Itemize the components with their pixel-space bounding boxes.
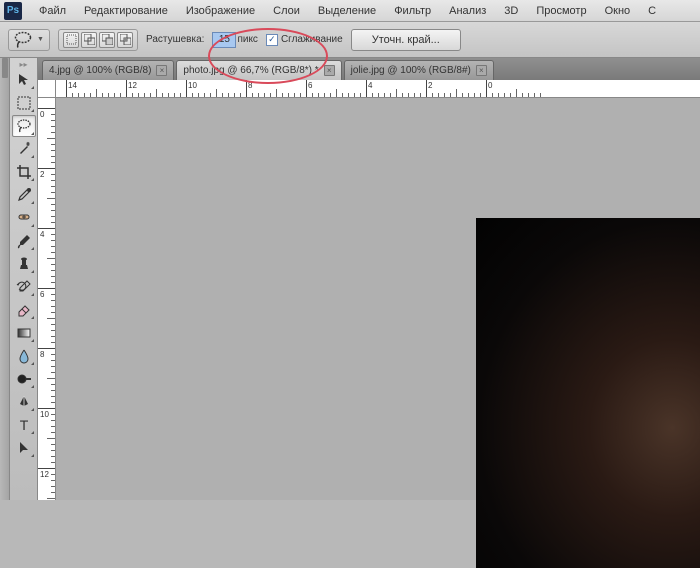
brush-tool[interactable] [12,230,36,252]
selection-add[interactable] [81,32,97,48]
lasso-icon [13,32,33,48]
feather-unit: пикс [237,34,258,45]
menu-window[interactable]: Окно [596,3,640,19]
antialias-checkbox[interactable]: ✓ [266,34,278,46]
menu-view[interactable]: Просмотр [527,3,595,19]
tab-label: photo.jpg @ 66,7% (RGB/8*) * [183,65,318,76]
antialias-label: Сглаживание [281,34,343,45]
blur-tool[interactable] [12,345,36,367]
path-selection-tool[interactable] [12,437,36,459]
dodge-tool[interactable] [12,368,36,390]
healing-brush-tool[interactable] [12,207,36,229]
menu-help[interactable]: С [639,3,665,19]
tab-label: 4.jpg @ 100% (RGB/8) [49,65,151,76]
canvas-image [476,218,700,568]
collapsed-panel-left[interactable] [0,58,10,500]
refine-edge-button[interactable]: Уточн. край... [351,29,461,51]
feather-input[interactable] [212,32,236,48]
selection-intersect[interactable] [117,32,133,48]
menu-select[interactable]: Выделение [309,3,385,19]
workspace: ▸▸ T 4.jpg @ 100% (RGB/8) × photo.jpg @ … [0,58,700,500]
lasso-tool[interactable] [12,115,36,137]
selection-new[interactable] [63,32,79,48]
close-icon[interactable]: × [324,65,335,76]
close-icon[interactable]: × [156,65,167,76]
document-area: 4.jpg @ 100% (RGB/8) × photo.jpg @ 66,7%… [38,58,700,500]
ruler-vertical[interactable]: 024681012 [38,98,56,500]
document-tab[interactable]: photo.jpg @ 66,7% (RGB/8*) * × [176,60,341,80]
toolbox: ▸▸ T [10,58,38,500]
menu-image[interactable]: Изображение [177,3,264,19]
type-tool[interactable]: T [12,414,36,436]
menu-layers[interactable]: Слои [264,3,309,19]
selection-mode-group [58,29,138,51]
selection-subtract[interactable] [99,32,115,48]
tab-label: jolie.jpg @ 100% (RGB/8#) [351,65,471,76]
svg-text:T: T [20,417,29,433]
menu-filter[interactable]: Фильтр [385,3,440,19]
ruler-horizontal[interactable]: 14121086420 [56,80,700,98]
menu-bar: Ps Файл Редактирование Изображение Слои … [0,0,700,22]
move-tool[interactable] [12,69,36,91]
magic-wand-tool[interactable] [12,138,36,160]
canvas-viewport[interactable] [56,98,700,500]
menu-analysis[interactable]: Анализ [440,3,495,19]
document-tab[interactable]: 4.jpg @ 100% (RGB/8) × [42,60,174,80]
feather-label: Растушевка: [146,34,204,45]
crop-tool[interactable] [12,161,36,183]
toolbox-grip[interactable]: ▸▸ [12,60,35,68]
close-icon[interactable]: × [476,65,487,76]
marquee-tool[interactable] [12,92,36,114]
menu-edit[interactable]: Редактирование [75,3,177,19]
menu-file[interactable]: Файл [30,3,75,19]
tool-preset-picker[interactable]: ▼ [8,29,50,51]
history-brush-tool[interactable] [12,276,36,298]
pen-tool[interactable] [12,391,36,413]
eraser-tool[interactable] [12,299,36,321]
app-logo: Ps [4,2,22,20]
gradient-tool[interactable] [12,322,36,344]
options-bar: ▼ Растушевка: пикс ✓ Сглаживание Уточн. … [0,22,700,58]
eyedropper-tool[interactable] [12,184,36,206]
document-tab-bar: 4.jpg @ 100% (RGB/8) × photo.jpg @ 66,7%… [38,58,700,80]
chevron-down-icon: ▼ [37,32,45,48]
clone-stamp-tool[interactable] [12,253,36,275]
ruler-origin[interactable] [38,80,56,98]
document-tab[interactable]: jolie.jpg @ 100% (RGB/8#) × [344,60,494,80]
menu-3d[interactable]: 3D [495,3,527,19]
